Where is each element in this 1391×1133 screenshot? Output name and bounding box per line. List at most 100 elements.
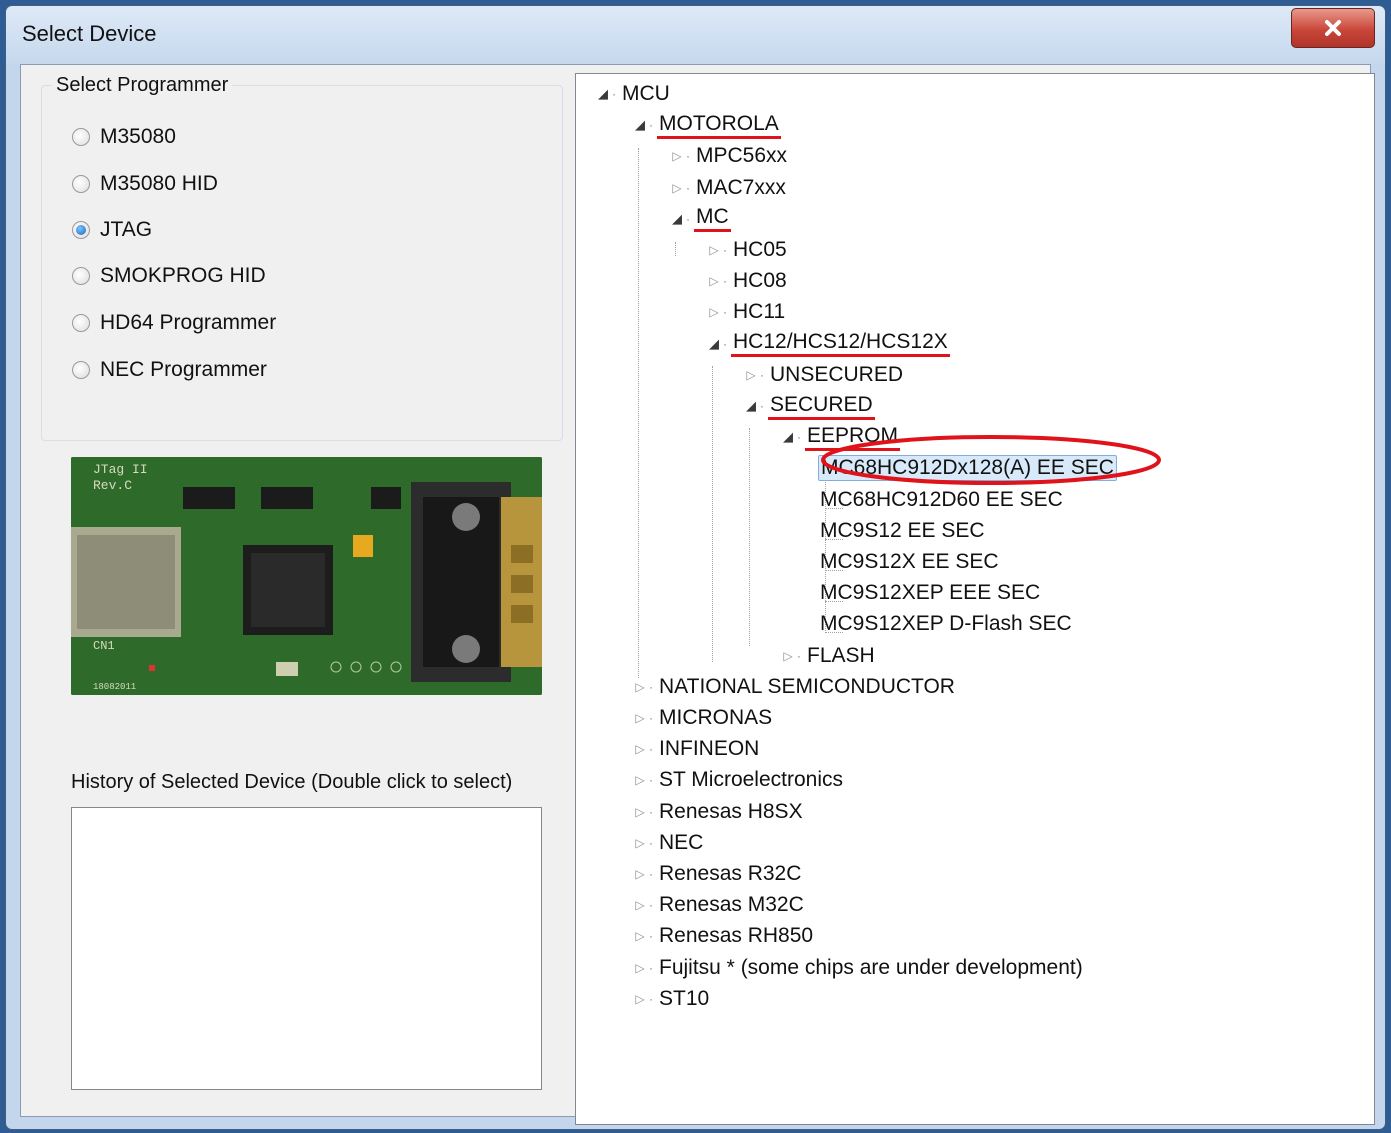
board-silkscreen-name: JTag II — [93, 462, 148, 477]
tree-node-label: Renesas R32C — [659, 862, 802, 885]
triangle-right-icon[interactable]: ▷ — [633, 773, 647, 787]
tree-node-label: Renesas RH850 — [659, 924, 814, 948]
triangle-right-icon[interactable]: ▷ — [633, 711, 647, 725]
tree-node[interactable]: ◢ · MCU — [596, 80, 672, 108]
tree-dot: · — [686, 149, 690, 164]
tree-dot: · — [649, 804, 653, 819]
device-tree[interactable]: ◢ · MCU ◢ · MOTOROLA ▷ · MPC56xx ▷ · MAC7xxx ◢ · MC ▷ · H… — [575, 73, 1375, 1125]
triangle-right-icon[interactable]: ▷ — [707, 243, 721, 257]
history-label: History of Selected Device (Double click… — [71, 771, 513, 793]
tree-node[interactable]: ▷ · HC08 — [707, 267, 789, 295]
radio-m35080[interactable]: M35080 — [72, 122, 176, 152]
tree-dot: · — [723, 274, 727, 289]
tree-node[interactable]: ▷ · MAC7xxx — [670, 174, 788, 202]
tree-dot: · — [760, 367, 764, 382]
triangle-right-icon[interactable]: ▷ — [744, 368, 758, 382]
radio-button-icon[interactable] — [72, 128, 90, 146]
triangle-right-icon[interactable]: ▷ — [633, 992, 647, 1006]
programmer-groupbox: Select Programmer M35080 M35080 HID JTAG… — [41, 74, 563, 441]
tree-guide-line — [712, 366, 713, 662]
radio-hd64-programmer[interactable]: HD64 Programmer — [72, 308, 276, 338]
triangle-right-icon[interactable]: ▷ — [633, 898, 647, 912]
triangle-down-icon[interactable]: ◢ — [744, 398, 758, 414]
tree-node[interactable]: ▷ · Renesas H8SX — [633, 798, 805, 826]
triangle-right-icon[interactable]: ▷ — [633, 929, 647, 943]
tree-node[interactable]: ▷ · MPC56xx — [670, 142, 789, 170]
tree-node[interactable]: ▷ · Renesas M32C — [633, 891, 806, 919]
tree-node[interactable]: MC9S12X EE SEC — [818, 548, 1001, 576]
triangle-down-icon[interactable]: ◢ — [670, 211, 684, 227]
tree-node-label: INFINEON — [659, 737, 760, 761]
triangle-right-icon[interactable]: ▷ — [707, 274, 721, 288]
triangle-down-icon[interactable]: ◢ — [633, 117, 647, 133]
tree-node-label: UNSECURED — [770, 362, 904, 386]
radio-m35080-hid[interactable]: M35080 HID — [72, 169, 218, 199]
tree-node[interactable]: ▷ · NATIONAL SEMICONDUCTOR — [633, 673, 957, 701]
tree-node[interactable]: ▷ · HC11 — [707, 298, 787, 326]
tree-node[interactable]: ◢ · MOTOROLA — [633, 111, 781, 139]
tree-dot: · — [649, 929, 653, 944]
triangle-right-icon[interactable]: ▷ — [633, 836, 647, 850]
radio-nec-programmer[interactable]: NEC Programmer — [72, 355, 267, 385]
radio-button-icon[interactable] — [72, 314, 90, 332]
radio-jtag[interactable]: JTAG — [72, 215, 152, 245]
tree-guide-line — [638, 148, 639, 678]
tree-node[interactable]: ▷ · MICRONAS — [633, 704, 774, 732]
tree-node[interactable]: ▷ · UNSECURED — [744, 361, 905, 389]
dialog-client-area: Select Programmer M35080 M35080 HID JTAG… — [20, 64, 1375, 1125]
tree-dot: · — [649, 711, 653, 725]
tree-dot: · — [797, 430, 801, 445]
tree-node[interactable]: ◢ · MC — [670, 205, 731, 233]
tree-node[interactable]: ▷ · ST Microelectronics — [633, 766, 845, 794]
tree-node[interactable]: ▷ · NEC — [633, 829, 705, 857]
radio-button-checked-icon[interactable] — [72, 221, 90, 239]
tree-node[interactable]: ▷ · ST10 — [633, 985, 711, 1013]
radio-button-icon[interactable] — [72, 361, 90, 379]
triangle-right-icon[interactable]: ▷ — [633, 742, 647, 756]
tree-dot: · — [649, 960, 653, 975]
radio-button-icon[interactable] — [72, 267, 90, 285]
tree-node-label: MC68HC912D60 EE SEC — [820, 487, 1063, 511]
tree-node[interactable]: ▷ · Fujitsu * (some chips are under develo… — [633, 954, 1085, 982]
history-listbox[interactable] — [71, 807, 542, 1090]
radio-button-icon[interactable] — [72, 175, 90, 193]
title-bar[interactable]: Select Device — [6, 6, 1385, 64]
tree-node[interactable]: MC9S12 EE SEC — [818, 517, 987, 545]
tree-guide-line — [749, 428, 750, 646]
tree-dot: · — [649, 742, 653, 757]
tree-dot: · — [760, 399, 764, 413]
tree-dot: · — [649, 898, 653, 913]
tree-node[interactable]: ▷ · INFINEON — [633, 735, 761, 763]
tree-node[interactable]: ▷ · Renesas R32C — [633, 860, 803, 888]
radio-label: HD64 Programmer — [100, 311, 277, 334]
tree-node[interactable]: MC9S12XEP EEE SEC — [818, 579, 1042, 607]
triangle-right-icon[interactable]: ▷ — [633, 680, 647, 694]
tree-node[interactable]: MC68HC912D60 EE SEC — [818, 486, 1065, 514]
tree-node-label: NEC — [659, 830, 704, 854]
triangle-right-icon[interactable]: ▷ — [670, 149, 684, 163]
triangle-right-icon[interactable]: ▷ — [633, 961, 647, 975]
triangle-right-icon[interactable]: ▷ — [781, 649, 795, 663]
tree-node-label: SECURED — [768, 393, 875, 420]
tree-node[interactable]: MC9S12XEP D-Flash SEC — [818, 610, 1074, 638]
tree-node[interactable]: ▷ · Renesas RH850 — [633, 922, 815, 950]
tree-node[interactable]: ◢ · SECURED — [744, 392, 875, 420]
triangle-down-icon[interactable]: ◢ — [707, 336, 721, 352]
tree-dot: · — [723, 305, 727, 320]
tree-node-label: MC9S12X EE SEC — [820, 550, 999, 573]
tree-node[interactable]: ▷ · HC05 — [707, 236, 789, 264]
tree-node-label: MAC7xxx — [696, 175, 786, 199]
close-button[interactable] — [1291, 8, 1375, 48]
tree-node-label: HC12/HCS12/HCS12X — [731, 330, 950, 358]
triangle-right-icon[interactable]: ▷ — [633, 805, 647, 819]
triangle-right-icon[interactable]: ▷ — [670, 181, 684, 195]
tree-dot: · — [612, 87, 616, 101]
red-highlight-circle — [821, 435, 1161, 485]
triangle-down-icon[interactable]: ◢ — [596, 86, 610, 102]
tree-node[interactable]: ▷ · FLASH — [781, 642, 877, 670]
triangle-right-icon[interactable]: ▷ — [633, 867, 647, 881]
triangle-down-icon[interactable]: ◢ — [781, 429, 795, 445]
radio-smokprog-hid[interactable]: SMOKPROG HID — [72, 261, 266, 291]
triangle-right-icon[interactable]: ▷ — [707, 305, 721, 319]
tree-node[interactable]: ◢ · HC12/HCS12/HCS12X — [707, 330, 950, 358]
